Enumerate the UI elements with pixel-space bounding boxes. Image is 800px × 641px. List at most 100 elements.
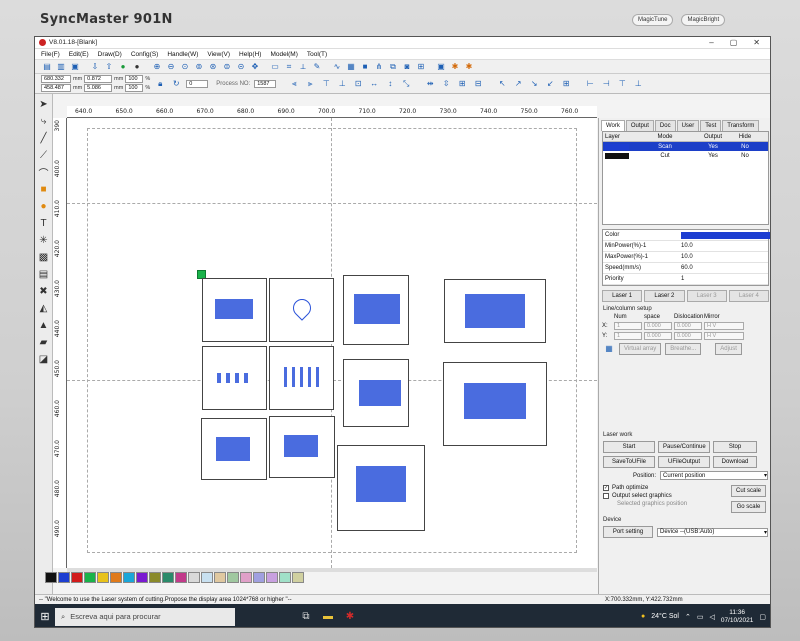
card-piece[interactable] [269,416,335,478]
width-field[interactable]: 0.872 [84,75,113,83]
position-select[interactable]: Current position ▾ [660,471,768,480]
mirror-v-icon[interactable]: ⇳ [440,78,452,89]
tab-output[interactable]: Output [625,120,654,131]
menu-view[interactable]: View(V) [207,51,230,58]
tab-work[interactable]: Work [601,120,625,131]
palette-swatch[interactable] [201,572,213,583]
layer-hide[interactable]: No [731,153,759,159]
scale-y-field[interactable]: 100 [125,84,144,92]
rect-tool-icon[interactable]: ■ [37,182,50,196]
zoom-window-icon[interactable]: ⊝ [235,61,247,72]
file-explorer-icon[interactable]: ▬ [317,604,339,627]
palette-swatch[interactable] [240,572,252,583]
save-icon[interactable]: ▣ [69,61,81,72]
cut-scale-button[interactable]: Cut scale [730,485,766,497]
menu-file[interactable]: File(F) [41,51,60,58]
card-piece[interactable] [343,275,409,345]
image-tool-icon[interactable]: ▩ [37,250,50,264]
layer-hide[interactable]: No [731,144,759,150]
palette-swatch[interactable] [136,572,148,583]
x-position-field[interactable]: 680.332 [41,75,71,83]
palette-swatch[interactable] [110,572,122,583]
prop-color-value[interactable] [681,231,770,239]
import-icon[interactable]: ⇩ [89,61,101,72]
laser-app-taskbar-icon[interactable]: ✱ [339,604,361,627]
open-folder-icon[interactable]: ▥ [55,61,67,72]
height-field[interactable]: 5.086 [84,84,113,92]
start-icon[interactable]: ● [117,61,129,72]
port-setting-button[interactable]: Port setting [603,526,653,538]
group-icon[interactable]: ⊞ [456,78,468,89]
monitor-icon[interactable]: ▣ [435,61,447,72]
dist-top-icon[interactable]: ⊤ [616,78,628,89]
line-tool-icon[interactable]: ╱ [37,131,50,145]
tab-test[interactable]: Test [700,120,722,131]
taskbar-search[interactable]: ⌕ Escreva aqui para procurar [55,607,235,626]
align-right-icon[interactable]: ⫸ [304,78,316,89]
measure-icon[interactable]: ⟂ [297,61,309,72]
drawing-canvas[interactable] [67,118,597,568]
go-scale-button[interactable]: Go scale [730,501,766,513]
palette-swatch[interactable] [84,572,96,583]
new-file-icon[interactable]: ▤ [41,61,53,72]
rotate-icon[interactable]: ↻ [170,78,182,89]
table-tool-icon[interactable]: ▤ [37,267,50,281]
layer-row[interactable]: Scan Yes No [603,142,768,151]
prop-maxpower-value[interactable]: 10.0 [681,254,770,260]
delete-tool-icon[interactable]: ✖ [37,284,50,298]
prop-priority-value[interactable]: 1 [681,276,770,282]
output-select-checkbox[interactable] [603,493,609,499]
layer-tool-icon[interactable]: ▰ [37,335,50,349]
dist-right-icon[interactable]: ⊣ [600,78,612,89]
ellipse-tool-icon[interactable]: ● [37,199,50,213]
fill-icon[interactable]: ■ [359,61,371,72]
array-icon[interactable]: ▦ [603,343,615,354]
pause-continue-button[interactable]: Pause/Continue [658,441,710,453]
palette-swatch[interactable] [162,572,174,583]
card-piece[interactable] [201,418,267,480]
menu-handle[interactable]: Handle(W) [167,51,198,58]
align-top-icon[interactable]: ⊤ [320,78,332,89]
cut-path-icon[interactable]: ⧉ [387,61,399,72]
fill-tool-icon[interactable]: ◪ [37,352,50,366]
palette-swatch[interactable] [253,572,265,583]
plugin-icon[interactable]: ✱ [449,61,461,72]
palette-swatch[interactable] [45,572,57,583]
menu-draw[interactable]: Draw(D) [98,51,122,58]
array-icon[interactable]: ⊞ [560,78,572,89]
pan-icon[interactable]: ✥ [249,61,261,72]
move-se-icon[interactable]: ↘ [528,78,540,89]
align-bottom-icon[interactable]: ⊥ [336,78,348,89]
palette-swatch[interactable] [188,572,200,583]
zoom-select-icon[interactable]: ⊛ [207,61,219,72]
palette-swatch[interactable] [71,572,83,583]
card-piece[interactable] [444,279,546,343]
move-nw-icon[interactable]: ↖ [496,78,508,89]
zoom-in-icon[interactable]: ⊕ [151,61,163,72]
device-select[interactable]: Device --(USB:Auto) ▾ [657,527,768,537]
tab-doc[interactable]: Doc [654,120,676,131]
curve-tool-icon[interactable]: ⌒ [37,165,50,180]
node-edit-icon[interactable]: ⌗ [283,61,295,72]
palette-swatch[interactable] [175,572,187,583]
layer-output[interactable]: Yes [695,153,731,159]
notifications-icon[interactable]: ▢ [759,613,766,621]
palette-swatch[interactable] [97,572,109,583]
card-piece[interactable] [443,362,547,446]
save-to-ufile-button[interactable]: SaveToUFile [603,456,655,468]
tab-user[interactable]: User [676,120,700,131]
plugin2-icon[interactable]: ✱ [463,61,475,72]
stop-icon[interactable]: ● [131,61,143,72]
select-rect-icon[interactable]: ▭ [269,61,281,72]
close-icon[interactable]: ✕ [753,38,760,47]
same-width-icon[interactable]: ↔ [368,78,380,89]
card-piece[interactable] [202,278,267,342]
windows-start-icon[interactable]: ⊞ [35,604,55,627]
node-arrow-icon[interactable]: ⤷ [37,114,50,128]
palette-swatch[interactable] [58,572,70,583]
angle-field[interactable]: 0 [186,79,209,88]
ufile-output-button[interactable]: UFileOutput [658,456,710,468]
export-icon[interactable]: ⇧ [103,61,115,72]
minimize-icon[interactable]: – [709,38,713,47]
palette-swatch[interactable] [292,572,304,583]
